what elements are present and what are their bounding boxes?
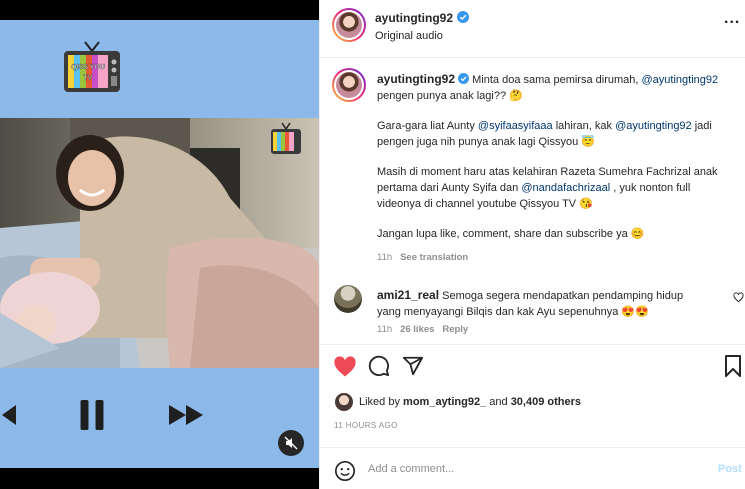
author-avatar[interactable]	[332, 8, 366, 42]
divider	[320, 344, 745, 345]
previous-icon[interactable]	[0, 400, 22, 430]
add-comment-input[interactable]: Add a comment...	[368, 463, 454, 475]
mention-link[interactable]: @ayutingting92	[615, 120, 692, 132]
likes-summary: Liked by mom_ayting92_ and 30,409 others	[359, 396, 581, 408]
post-timestamp[interactable]: 11 HOURS AGO	[334, 421, 398, 430]
emoji-icon[interactable]	[334, 460, 356, 482]
comment-like-heart-icon[interactable]	[733, 292, 744, 303]
author-username[interactable]: ayutingting92	[375, 11, 453, 25]
see-translation-link[interactable]: See translation	[400, 252, 468, 263]
caption-username[interactable]: ayutingting92	[377, 72, 455, 86]
post-details-panel: ayutingting92 Original audio ... ayuting…	[319, 0, 745, 489]
comment: ami21_real Semoga segera mendapatkan pen…	[377, 287, 707, 320]
comment-meta: 11h 26 likes Reply	[377, 324, 468, 335]
mute-button[interactable]	[278, 430, 304, 456]
caption-text: pengen punya anak lagi?? 🤔	[377, 90, 523, 102]
divider	[320, 447, 745, 448]
divider	[320, 57, 745, 58]
instagram-post: QISS YOU TV ayutingting92 Original audio…	[0, 0, 745, 489]
caption-text: Minta doa sama pemirsa dirumah,	[472, 74, 639, 86]
pause-icon[interactable]	[76, 400, 108, 430]
caption-text: Jangan lupa like, comment, share dan sub…	[377, 228, 645, 240]
likes-others-count[interactable]: 30,409 others	[511, 396, 581, 408]
mention-link[interactable]: @ayutingting92	[642, 74, 719, 86]
mention-link[interactable]: @nandafachrizaal	[521, 182, 610, 194]
caption-author-avatar[interactable]	[332, 68, 366, 102]
audio-label[interactable]: Original audio	[375, 30, 443, 42]
mention-link[interactable]: @syifaasyifaaa	[478, 120, 553, 132]
post-caption: ayutingting92 Minta doa sama pemirsa dir…	[377, 71, 732, 256]
likes-mid: and	[489, 396, 508, 408]
post-media[interactable]: QISS YOU TV	[0, 0, 319, 489]
commenter-username[interactable]: ami21_real	[377, 288, 439, 302]
caption-text: Gara-gara liat Aunty	[377, 120, 475, 132]
heart-filled-icon[interactable]	[333, 355, 357, 379]
likes-prefix: Liked by	[359, 396, 400, 408]
comment-icon[interactable]	[368, 355, 390, 377]
comment-likes[interactable]: 26 likes	[400, 324, 434, 335]
qissyou-tv-logo: QISS YOU TV	[64, 41, 120, 92]
action-bar	[320, 355, 745, 381]
more-options-icon[interactable]: ...	[724, 11, 740, 27]
caption-time[interactable]: 11h	[377, 252, 392, 263]
commenter-avatar[interactable]	[334, 285, 362, 313]
bookmark-icon[interactable]	[724, 355, 742, 377]
muted-speaker-icon	[284, 436, 298, 450]
reply-button[interactable]: Reply	[442, 324, 468, 335]
post-comment-button[interactable]: Post	[718, 463, 742, 475]
fast-forward-icon[interactable]	[168, 400, 206, 430]
qissyou-tv-watermark	[271, 122, 301, 154]
verified-badge-icon	[457, 11, 469, 23]
tv-label-line1: QISS YOU	[71, 64, 105, 71]
tv-label-line2: TV	[84, 75, 93, 82]
liker-username[interactable]: mom_ayting92_	[403, 396, 486, 408]
caption-meta: 11h See translation	[377, 252, 468, 263]
liker-avatar[interactable]	[335, 393, 353, 411]
share-icon[interactable]	[402, 355, 424, 377]
caption-text: lahiran, kak	[555, 120, 612, 132]
comment-time[interactable]: 11h	[377, 324, 392, 335]
verified-badge-icon	[458, 73, 470, 84]
